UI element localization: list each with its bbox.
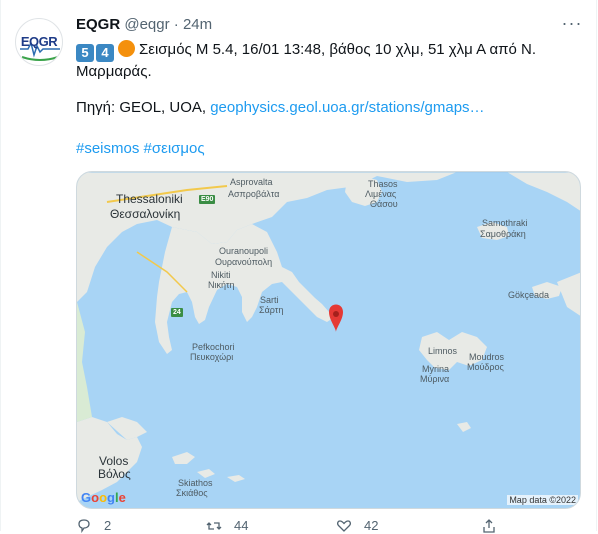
- map-label-thessaloniki: Thessaloniki: [116, 192, 183, 206]
- source-link[interactable]: geophysics.geol.uoa.gr/stations/gmaps…: [210, 99, 484, 116]
- map-label-thasos-greek-2: Θάσου: [370, 199, 398, 209]
- hashtag-greek-seismos[interactable]: #σεισμος: [144, 140, 205, 157]
- orange-circle-icon: [118, 40, 135, 57]
- map-label-moudros-greek: Μούδρος: [467, 362, 504, 372]
- heart-icon: [337, 520, 351, 532]
- author-name[interactable]: EQGR: [76, 16, 120, 33]
- map-label-thasos: Thasos: [368, 179, 398, 189]
- map-label-skiathos: Skiathos: [178, 478, 213, 488]
- hashtags-line: #seismos #σεισμος: [76, 139, 205, 159]
- map-label-myrina-greek: Μύρινα: [420, 374, 450, 384]
- keycap-four-emoji: 4: [96, 44, 114, 62]
- share-icon: [483, 519, 495, 533]
- map-label-ouranoupoli-greek: Ουρανούπολη: [215, 257, 273, 267]
- map-label-asprovalta-greek: Ασπροβάλτα: [228, 189, 280, 199]
- map-label-nikiti-greek: Νικήτη: [208, 280, 235, 290]
- tweet-actions: 2 44 42: [76, 518, 581, 534]
- reply-button[interactable]: 2: [76, 518, 111, 534]
- map-label-gokceada: Gökçeada: [508, 290, 550, 300]
- avatar-text: EQGR: [20, 34, 58, 49]
- road-shield-24: 24: [171, 308, 183, 317]
- map-label-pefkochori: Pefkochori: [192, 342, 235, 352]
- tweet-text-line-1: 5 4 Σεισμός M 5.4, 16/01 13:48, βάθος 10 χ…: [76, 40, 536, 62]
- map-label-ouranoupoli: Ouranoupoli: [219, 246, 269, 256]
- retweet-icon: [206, 522, 222, 530]
- tweet-source-line: Πηγή: GEOL, UOA, geophysics.geol.uoa.gr/…: [76, 98, 485, 118]
- map-label-limnos: Limnos: [428, 346, 458, 356]
- map-label-moudros: Moudros: [469, 352, 505, 362]
- retweet-button[interactable]: 44: [206, 518, 248, 534]
- map-label-myrina: Myrina: [422, 364, 450, 374]
- like-button[interactable]: 42: [336, 518, 378, 534]
- map-label-thessaloniki-greek: Θεσσαλονίκη: [110, 207, 181, 221]
- avatar[interactable]: EQGR: [15, 18, 63, 66]
- map-label-thasos-greek: Λιμένας: [365, 189, 397, 199]
- location-marker-icon: [329, 304, 343, 332]
- map-label-nikiti: Nikiti: [211, 270, 231, 280]
- map-label-samothraki-greek: Σαμοθράκη: [480, 229, 526, 239]
- map-label-sarti-greek: Σάρτη: [259, 305, 284, 315]
- map-label-pefkochori-greek: Πευκοχώρι: [190, 352, 234, 362]
- map-label-asprovalta: Asprovalta: [230, 177, 273, 187]
- map-label-volos-greek: Βόλος: [98, 467, 131, 481]
- tweet-text-main: Σεισμός M 5.4, 16/01 13:48, βάθος 10 χλμ…: [139, 41, 537, 58]
- keycap-five-emoji: 5: [76, 44, 94, 62]
- map-label-skiathos-greek: Σκιάθος: [176, 488, 208, 498]
- map-image[interactable]: Thessaloniki Θεσσαλονίκη Asprovalta Ασπρ…: [76, 171, 581, 509]
- more-options-icon[interactable]: ···: [560, 14, 584, 36]
- hashtag-seismos[interactable]: #seismos: [76, 140, 139, 157]
- google-logo: Google: [81, 490, 126, 505]
- source-prefix: Πηγή: GEOL, UOA,: [76, 99, 211, 116]
- road-shield-e90: E90: [199, 195, 216, 204]
- author-handle[interactable]: @eqgr: [124, 16, 169, 33]
- tweet-text-line-2: Μαρμαράς.: [76, 63, 152, 80]
- separator-dot: ·: [173, 16, 179, 33]
- tweet-header: EQGR @eqgr · 24m: [76, 15, 212, 35]
- map-label-sarti: Sarti: [260, 295, 279, 305]
- map-label-samothraki: Samothraki: [482, 218, 528, 228]
- tweet-time[interactable]: 24m: [183, 16, 212, 33]
- share-button[interactable]: [481, 518, 497, 534]
- map-attribution: Map data ©2022: [507, 495, 578, 505]
- reply-icon: [78, 519, 90, 534]
